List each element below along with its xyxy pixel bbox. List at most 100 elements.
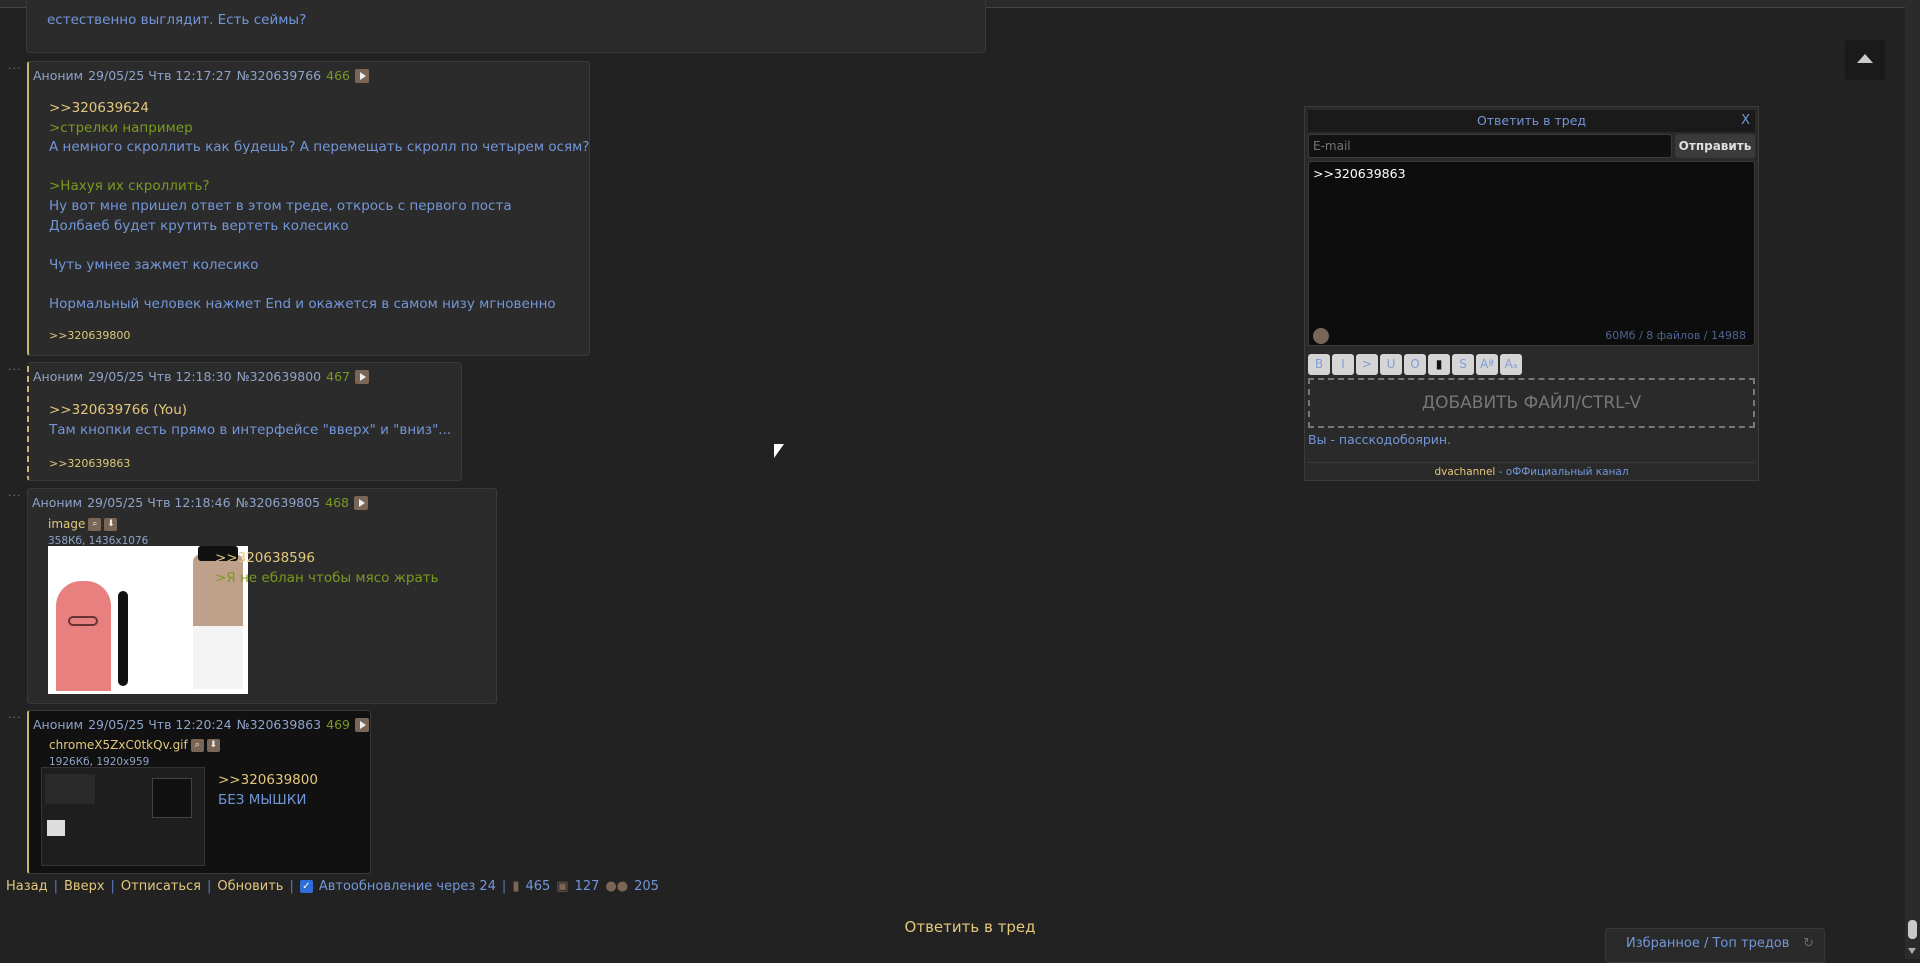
unsubscribe-link[interactable]: Отписаться <box>121 879 201 894</box>
reply-link[interactable]: >>320639800 <box>218 771 318 791</box>
format-button-0[interactable]: B <box>1308 354 1330 375</box>
scrollbar-thumb[interactable] <box>1908 920 1917 939</box>
format-toolbar: B I > U O ▮ S Aª Aₐ <box>1308 353 1524 375</box>
format-button-3[interactable]: U <box>1380 354 1402 375</box>
greentext-line: >Нахуя их скроллить? <box>49 178 210 195</box>
text-line: Чуть умнее зажмет колесико <box>49 256 259 273</box>
play-icon[interactable] <box>355 717 369 732</box>
user-count: 205 <box>634 879 659 894</box>
up-link[interactable]: Вверх <box>64 879 105 894</box>
post-replies-link[interactable]: >>320639800 <box>49 326 130 346</box>
post-id[interactable]: №320639766 <box>237 66 322 86</box>
autoupdate-checkbox[interactable]: ✓ <box>299 880 313 893</box>
email-input[interactable] <box>1308 134 1672 158</box>
post-body: >>320639624 >стрелки например А немного ск… <box>49 99 589 315</box>
search-icon[interactable]: ⌕ <box>190 739 204 753</box>
message-text: >>320639863 <box>1313 166 1406 181</box>
text-line: Ну вот мне пришел ответ в этом треде, от… <box>49 197 512 214</box>
channel-text[interactable]: - оФФициальный канал <box>1495 466 1629 478</box>
play-icon[interactable] <box>355 68 369 83</box>
play-icon[interactable] <box>354 495 368 510</box>
users-icon: ●● <box>605 879 629 894</box>
text-line <box>49 236 589 256</box>
post-menu-dots[interactable]: ··· <box>8 363 22 376</box>
reply-link[interactable]: >>320639624 <box>49 99 589 119</box>
greentext-line: >стрелки например <box>49 119 193 136</box>
autoupdate-label[interactable]: Автообновление через 24 <box>319 879 496 894</box>
post-467: Аноним 29/05/25 Чтв 12:18:30 №320639800 467… <box>27 362 462 481</box>
text-line: Долбаеб будет крутить вертеть колесико <box>49 217 349 234</box>
post-number: 467 <box>326 369 350 384</box>
post-date: 29/05/25 Чтв 12:20:24 <box>88 717 232 732</box>
format-button-8[interactable]: Aₐ <box>1500 354 1522 375</box>
format-button-4[interactable]: O <box>1404 354 1426 375</box>
format-button-5[interactable]: ▮ <box>1428 354 1450 375</box>
captcha-icon[interactable] <box>1313 328 1329 344</box>
chevron-up-icon <box>1857 54 1873 63</box>
post-count: 465 <box>525 879 551 894</box>
message-textarea[interactable]: >>320639863 60Мб / 8 файлов / 14988 <box>1308 161 1755 346</box>
post-date: 29/05/25 Чтв 12:18:30 <box>88 369 232 384</box>
text-line: Там кнопки есть прямо в интерфейсе "ввер… <box>49 421 452 438</box>
greentext-line: >Я не еблан чтобы мясо жрать <box>215 569 439 586</box>
post-469: Аноним 29/05/25 Чтв 12:20:24 №320639863 469… <box>27 710 371 874</box>
post-466: Аноним 29/05/25 Чтв 12:17:27 №320639766 466… <box>27 61 590 356</box>
post-menu-dots[interactable]: ··· <box>8 489 22 502</box>
post-menu-dots[interactable]: ··· <box>8 711 22 724</box>
form-title[interactable]: Ответить в тред <box>1308 110 1755 132</box>
scrollbar[interactable] <box>1905 0 1920 959</box>
text-line <box>49 275 589 295</box>
format-button-7[interactable]: Aª <box>1476 354 1498 375</box>
image-icon: ▣ <box>556 879 569 894</box>
thread-nav: Назад | Вверх | Отписаться | Обновить | ✓ Ав… <box>6 879 659 894</box>
favorites-panel[interactable]: Избранное / Топ тредов ↻ <box>1605 928 1825 963</box>
post-468: Аноним 29/05/25 Чтв 12:18:46 №320639805 468… <box>27 488 497 704</box>
comment-icon: ▮ <box>512 879 520 894</box>
add-file-dropzone[interactable]: ДОБАВИТЬ ФАЙЛ/CTRL-V <box>1308 378 1755 428</box>
post-id[interactable]: №320639805 <box>236 493 321 513</box>
search-icon[interactable]: ⌕ <box>88 518 102 532</box>
refresh-link[interactable]: Обновить <box>217 879 283 894</box>
text-line: БЕЗ МЫШКИ <box>218 791 307 808</box>
format-button-6[interactable]: S <box>1452 354 1474 375</box>
text-line <box>49 158 589 178</box>
passcode-status: Вы - пасскодобоярин. <box>1308 432 1452 447</box>
close-button[interactable]: X <box>1741 110 1750 132</box>
post-body: >>320638596 >Я не еблан чтобы мясо жрать <box>215 549 439 588</box>
post-date: 29/05/25 Чтв 12:18:46 <box>87 495 231 510</box>
post-number: 466 <box>326 68 350 83</box>
refresh-icon[interactable]: ↻ <box>1803 929 1814 959</box>
post-author: Аноним <box>33 68 84 83</box>
play-icon[interactable] <box>355 369 369 384</box>
post-id[interactable]: №320639800 <box>237 367 322 387</box>
post-number: 468 <box>325 495 349 510</box>
post-id[interactable]: №320639863 <box>237 715 322 735</box>
mouse-cursor-icon <box>774 444 784 458</box>
post-text: естественно выглядит. Есть сеймы? <box>47 12 307 28</box>
post-author: Аноним <box>32 495 83 510</box>
scroll-up-button[interactable] <box>1845 40 1885 80</box>
scroll-down-arrow-icon[interactable] <box>1908 948 1916 954</box>
text-line: Нормальный человек нажмет End и окажется… <box>49 295 556 312</box>
image-count: 127 <box>574 879 600 894</box>
post-number: 469 <box>326 717 350 732</box>
text-line: А немного скроллить как будешь? А переме… <box>49 139 590 156</box>
reply-thread-link[interactable]: Ответить в тред <box>870 918 1070 936</box>
format-button-2[interactable]: > <box>1356 354 1378 375</box>
post-author: Аноним <box>33 717 84 732</box>
channel-name[interactable]: dvachannel <box>1434 466 1495 478</box>
download-icon[interactable]: ⬇ <box>104 518 118 532</box>
post-body: >>320639766 (You) Там кнопки есть прямо в… <box>49 401 451 440</box>
post-menu-dots[interactable]: ··· <box>8 62 22 75</box>
post-previous: естественно выглядит. Есть сеймы? <box>26 0 986 53</box>
download-icon[interactable]: ⬇ <box>206 739 220 753</box>
submit-button[interactable]: Отправить <box>1675 134 1755 158</box>
back-link[interactable]: Назад <box>6 879 48 894</box>
reply-link[interactable]: >>320638596 <box>215 549 439 569</box>
post-replies-link[interactable]: >>320639863 <box>49 454 130 474</box>
post-gif-thumbnail[interactable] <box>41 767 205 866</box>
format-button-1[interactable]: I <box>1332 354 1354 375</box>
favorites-label[interactable]: Избранное / Топ тредов <box>1626 936 1789 951</box>
reply-link[interactable]: >>320639766 (You) <box>49 401 451 421</box>
channel-link[interactable]: dvachannel - оФФициальный канал <box>1308 462 1755 478</box>
